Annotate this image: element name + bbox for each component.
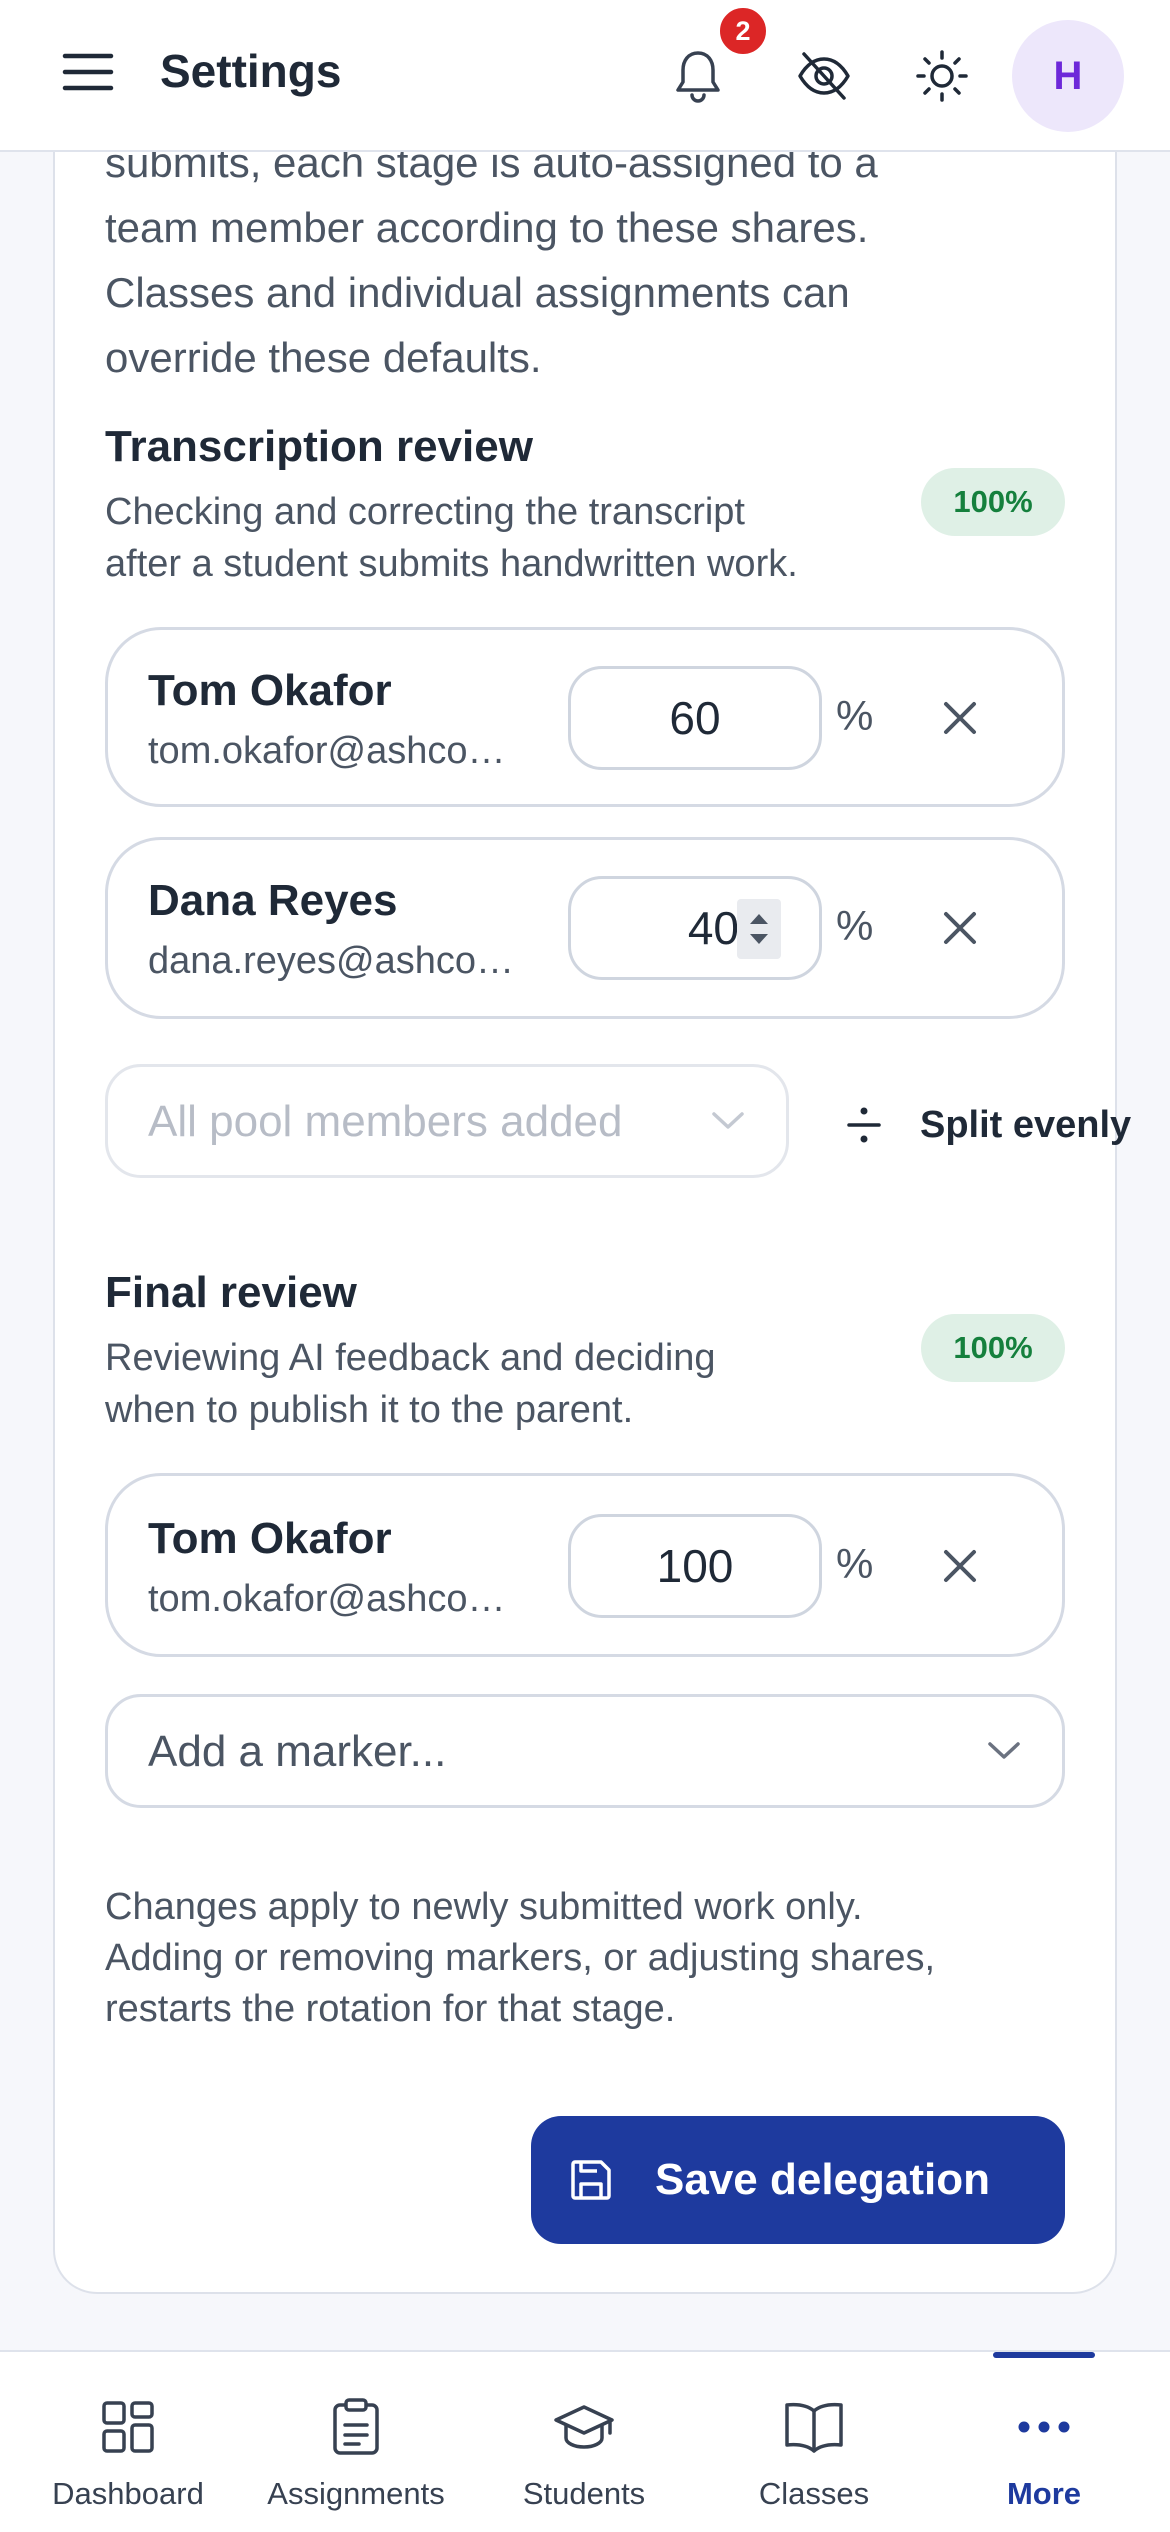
chevron-down-icon [988,1742,1020,1759]
remove-member-button[interactable] [930,1536,990,1596]
eye-off-icon [798,52,850,100]
spinner-down-icon [750,934,768,944]
share-value: 40 [687,902,739,954]
intro-line: override these defaults. [105,334,542,381]
nav-item-assignments[interactable]: Assignments [250,2352,462,2532]
percent-sign: % [836,692,874,739]
intro-line: Classes and individual assignments can [105,269,850,316]
intro-text: submits, each stage is auto-assigned to … [105,130,1045,390]
split-evenly-button[interactable]: Split evenly [846,1090,1170,1160]
clipboard-icon [333,2398,379,2455]
member-row-tom-okafor: Tom Okafor tom.okafor@ashcombe.edu 100 % [105,1473,1065,1657]
app-header: Settings 2 H [0,0,1170,152]
split-evenly-label: Split evenly [920,1103,1132,1146]
save-delegation-button[interactable]: Save delegation [531,2116,1065,2244]
save-delegation-label: Save delegation [655,2155,991,2204]
select-placeholder: All pool members added [148,1097,623,1146]
close-icon [944,702,976,734]
stage-desc-final: Reviewing AI feedback and deciding when … [105,1332,925,1436]
member-email: tom.okafor@ashcombe.edu [148,1578,528,1620]
member-name: Dana Reyes [148,876,398,925]
percent-sign: % [836,1540,874,1587]
stage-desc-line: Checking and correcting the transcript [105,491,745,533]
remove-member-button[interactable] [930,688,990,748]
member-row-dana-reyes: Dana Reyes dana.reyes@ashcombe.edu 40 % [105,837,1065,1019]
member-row-tom-okafor: Tom Okafor tom.okafor@ashcombe.edu 60 % [105,627,1065,807]
nav-label: More [1006,2476,1082,2511]
notification-count-badge: 2 [717,5,769,57]
menu-button[interactable] [52,36,124,108]
stage-desc-line: when to publish it to the parent. [105,1389,634,1431]
nav-active-indicator [993,2352,1095,2358]
page-title: Settings [160,45,342,97]
nav-item-classes[interactable]: Classes [714,2352,914,2532]
toggle-visibility-button[interactable] [786,38,862,114]
stage-total-badge: 100% [921,468,1065,536]
nav-label: Students [522,2476,646,2511]
nav-label: Assignments [267,2476,445,2511]
intro-line: team member according to these shares. [105,204,869,251]
nav-item-students[interactable]: Students [484,2352,684,2532]
stage-desc-line: Reviewing AI feedback and deciding [105,1337,716,1379]
member-email: dana.reyes@ashcombe.edu [148,940,528,982]
stage-desc-line: after a student submits handwritten work… [105,543,798,585]
graduation-cap-icon [554,2405,614,2449]
add-marker-select[interactable]: Add a marker... [105,1694,1065,1808]
stage-title-transcription: Transcription review [105,422,533,471]
nav-item-dashboard[interactable]: Dashboard [28,2352,228,2532]
stage-desc-transcription: Checking and correcting the transcript a… [105,486,925,590]
number-spinner[interactable] [737,899,781,959]
percent-sign: % [836,902,874,949]
share-input[interactable]: 60 [568,666,822,770]
stage-total-badge: 100% [921,1314,1065,1382]
footnote: Changes apply to newly submitted work on… [105,1882,1065,2035]
close-icon [944,1550,976,1582]
user-avatar[interactable]: H [1012,20,1124,132]
theme-toggle-button[interactable] [904,38,980,114]
footnote-line: restarts the rotation for that stage. [105,1988,676,2030]
grid-icon [102,2401,154,2453]
footnote-line: Changes apply to newly submitted work on… [105,1886,863,1928]
member-name: Tom Okafor [148,666,392,715]
more-dots-icon [1018,2421,1070,2433]
close-icon [944,912,976,944]
save-icon [571,2160,611,2200]
add-member-select-disabled: All pool members added [105,1064,789,1178]
chevron-down-icon [712,1112,744,1129]
member-name: Tom Okafor [148,1514,392,1563]
nav-label: Classes [758,2476,870,2511]
spinner-up-icon [750,914,768,924]
share-input[interactable]: 40 [568,876,822,980]
footnote-line: Adding or removing markers, or adjusting… [105,1937,936,1979]
book-icon [785,2402,843,2453]
stage-title-final: Final review [105,1268,357,1317]
nav-label: Dashboard [52,2476,204,2511]
divide-icon [847,1107,881,1143]
sun-icon [916,50,968,102]
member-email: tom.okafor@ashcombe.edu [148,730,528,772]
bottom-navigation: Dashboard Assignments Students Classes M… [0,2350,1170,2532]
remove-member-button[interactable] [930,898,990,958]
hamburger-menu-icon [62,53,114,91]
share-input[interactable]: 100 [568,1514,822,1618]
bell-icon [676,51,720,103]
nav-item-more[interactable]: More [944,2352,1144,2532]
select-placeholder: Add a marker... [148,1727,447,1776]
